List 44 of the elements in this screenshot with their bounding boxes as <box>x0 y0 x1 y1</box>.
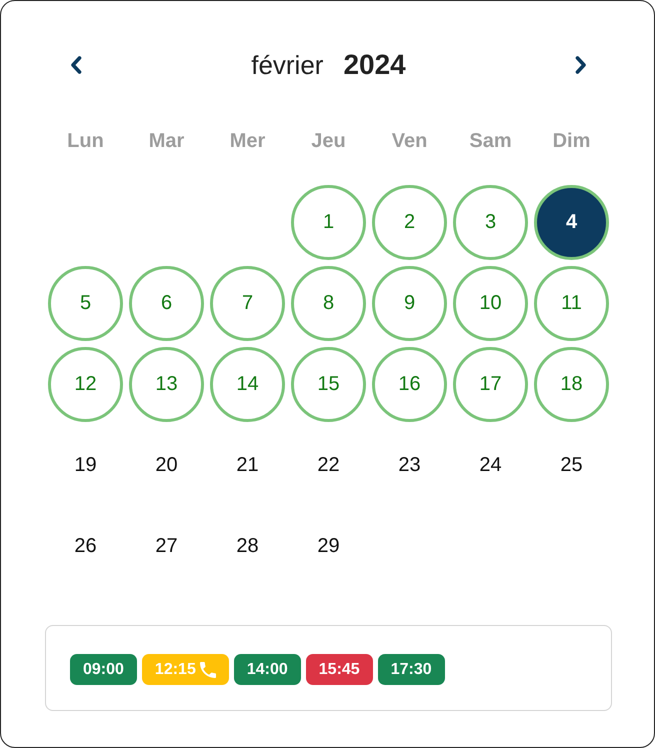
time-slot-button[interactable]: 15:45 <box>306 654 373 685</box>
day-button[interactable]: 8 <box>291 266 366 341</box>
day-button[interactable]: 2 <box>372 185 447 260</box>
day-button[interactable]: 17 <box>453 347 528 422</box>
day-number: 22 <box>317 454 340 477</box>
weekday-label: Mer <box>230 130 266 153</box>
weekday-label: Ven <box>392 130 428 153</box>
day-number: 27 <box>155 535 178 558</box>
day-button[interactable]: 3 <box>453 185 528 260</box>
weekday-label: Mar <box>148 130 184 153</box>
day-button[interactable]: 15 <box>291 347 366 422</box>
chevron-left-icon <box>70 56 82 74</box>
day-button[interactable]: 11 <box>534 266 609 341</box>
day-number: 29 <box>317 535 340 558</box>
day-button[interactable]: 10 <box>453 266 528 341</box>
day-button[interactable]: 5 <box>48 266 123 341</box>
day-button[interactable]: 7 <box>210 266 285 341</box>
day-button[interactable]: 14 <box>210 347 285 422</box>
time-slot-button[interactable]: 09:00 <box>70 654 137 685</box>
time-slot-button[interactable]: 14:00 <box>234 654 301 685</box>
day-number: 24 <box>479 454 502 477</box>
day-button[interactable]: 4 <box>534 185 609 260</box>
day-button[interactable]: 9 <box>372 266 447 341</box>
day-number: 20 <box>155 454 178 477</box>
time-slot-button[interactable]: 17:30 <box>378 654 445 685</box>
day-button[interactable]: 1 <box>291 185 366 260</box>
day-button[interactable]: 16 <box>372 347 447 422</box>
chevron-right-icon <box>574 56 587 74</box>
day-button[interactable]: 6 <box>129 266 204 341</box>
month-label: février <box>251 50 324 81</box>
day-number: 23 <box>398 454 421 477</box>
weekday-label: Jeu <box>311 130 346 153</box>
day-number: 21 <box>236 454 259 477</box>
year-label: 2024 <box>343 49 406 81</box>
day-number: 28 <box>236 535 259 558</box>
weekday-label: Sam <box>469 130 512 153</box>
day-button[interactable]: 18 <box>534 347 609 422</box>
day-number: 26 <box>74 535 97 558</box>
weekday-label: Dim <box>552 130 590 153</box>
day-number: 25 <box>560 454 583 477</box>
day-number: 19 <box>74 454 97 477</box>
day-button[interactable]: 12 <box>48 347 123 422</box>
weekday-label: Lun <box>67 130 104 153</box>
day-button[interactable]: 13 <box>129 347 204 422</box>
